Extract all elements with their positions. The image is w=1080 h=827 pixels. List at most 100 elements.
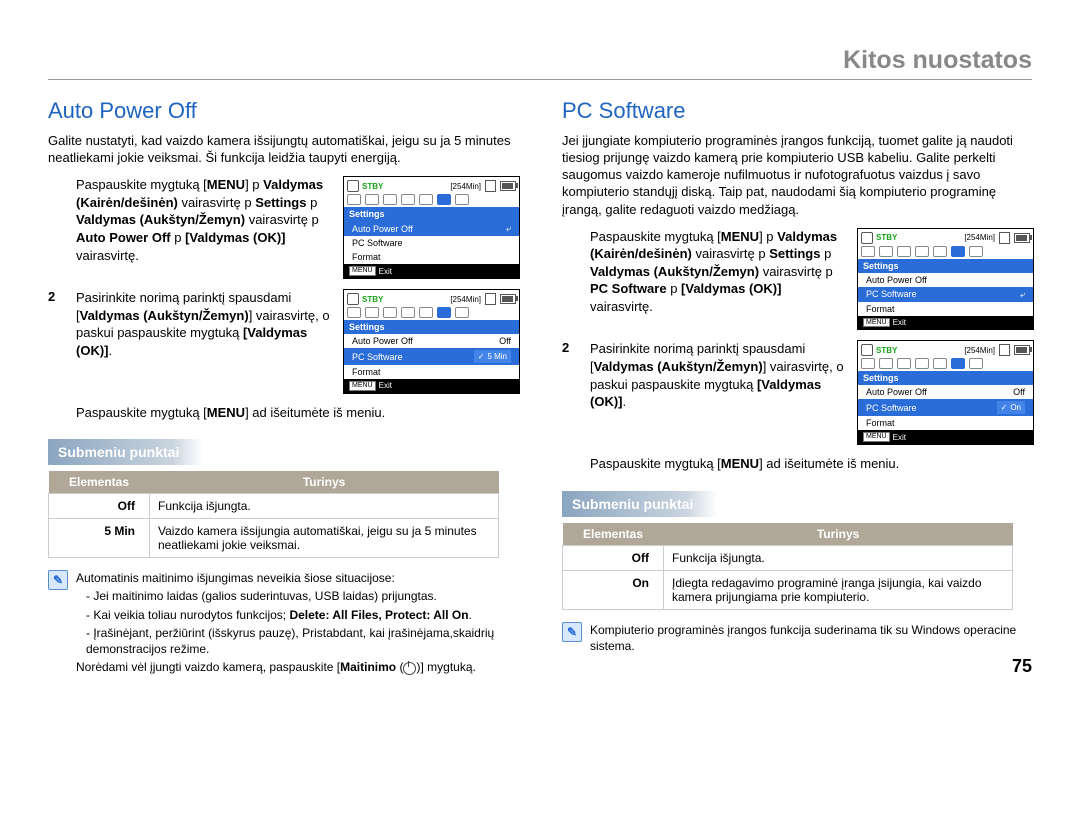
- t: p: [306, 195, 317, 210]
- submenu-table-left: Elementas Turinys Off Funkcija išjungta.…: [48, 471, 499, 558]
- column-left: Auto Power Off Galite nustatyti, kad vai…: [48, 92, 518, 675]
- cell: On: [563, 570, 664, 609]
- th-elem: Elementas: [49, 471, 150, 494]
- t: MENU: [721, 229, 759, 244]
- step-text: Paspauskite mygtuką [MENU] ad išeitumėte…: [76, 404, 518, 422]
- lcd-item: Auto Power Off: [866, 275, 927, 285]
- t: PC Software: [590, 281, 667, 296]
- intro-right: Jei įjungiate kompiuterio programinės įr…: [562, 132, 1032, 218]
- submenu-table-right: Elementas Turinys Off Funkcija išjungta.…: [562, 523, 1013, 610]
- exit-label: Exit: [893, 433, 906, 442]
- t: p: [171, 230, 185, 245]
- lcd-item: Auto Power Off: [866, 387, 927, 397]
- time: [254Min]: [964, 233, 995, 242]
- t: [Valdymas (OK)]: [185, 230, 285, 245]
- menu-tag: MENU: [863, 432, 890, 442]
- step-text: Pasirinkite norimą parinktį spausdami [V…: [76, 289, 333, 359]
- lcd-item: PC Software: [352, 352, 403, 362]
- menu-tag: MENU: [349, 266, 376, 276]
- t: Valdymas (Aukštyn/Žemyn): [590, 264, 759, 279]
- lcd-item: Format: [352, 367, 381, 377]
- cell: Įdiegta redagavimo programinė įranga įsi…: [664, 570, 1013, 609]
- lcd-val: Off: [1013, 387, 1025, 397]
- cell: Vaizdo kamera išsijungia automatiškai, j…: [150, 519, 499, 558]
- t: Paspauskite mygtuką [: [76, 177, 207, 192]
- step-3-right: Paspauskite mygtuką [MENU] ad išeitumėte…: [562, 455, 1032, 473]
- intro-left: Galite nustatyti, kad vaizdo kamera išsi…: [48, 132, 518, 166]
- page-number: 75: [1012, 656, 1032, 677]
- lcd-val: Off: [499, 336, 511, 346]
- t: vairasvirtę p: [249, 212, 319, 227]
- submenu-heading-right: Submeniu punktai: [562, 491, 717, 517]
- note-icon: ✎: [48, 570, 68, 590]
- t: Valdymas (Aukštyn/Žemyn): [80, 308, 249, 323]
- check-icon: [1001, 403, 1008, 412]
- t: vairasvirtę p: [763, 264, 833, 279]
- cell: Off: [49, 494, 150, 519]
- t: Settings: [769, 246, 820, 261]
- note-left: ✎ Automatinis maitinimo išjungimas nevei…: [48, 570, 518, 675]
- lcd-item: Auto Power Off: [352, 224, 413, 234]
- t: ] ad išeitumėte iš meniu.: [245, 405, 385, 420]
- stby: STBY: [876, 233, 897, 242]
- t: Settings: [255, 195, 306, 210]
- t: ] ad išeitumėte iš meniu.: [759, 456, 899, 471]
- step-text: Paspauskite mygtuką [MENU] p Valdymas (K…: [76, 176, 333, 264]
- th-tur: Turinys: [664, 523, 1013, 546]
- section-title-pc-software: PC Software: [562, 98, 1032, 124]
- t: vairasvirtę.: [590, 299, 653, 314]
- t: Automatinis maitinimo išjungimas neveiki…: [76, 571, 395, 585]
- lcd-header: Settings: [858, 259, 1033, 273]
- th-elem: Elementas: [563, 523, 664, 546]
- lcd-item: Format: [866, 418, 895, 428]
- note-body: Automatinis maitinimo išjungimas neveiki…: [76, 570, 518, 675]
- lcd-item: Format: [866, 304, 895, 314]
- t: Norėdami vėl įjungti vaizdo kamerą, pasp…: [76, 660, 340, 674]
- t: Delete: All Files, Protect: All On: [289, 608, 468, 622]
- cell: Off: [563, 545, 664, 570]
- t: p: [667, 281, 681, 296]
- exit-label: Exit: [893, 318, 906, 327]
- step-3-left: Paspauskite mygtuką [MENU] ad išeitumėte…: [48, 404, 518, 422]
- lcd-item: PC Software: [352, 238, 403, 248]
- t: MENU: [721, 456, 759, 471]
- t: Auto Power Off: [76, 230, 171, 245]
- lcd-item: Format: [352, 252, 381, 262]
- t: Valdymas (Aukštyn/Žemyn): [594, 359, 763, 374]
- exit-label: Exit: [379, 267, 392, 276]
- t: MENU: [207, 405, 245, 420]
- power-icon: [403, 662, 416, 675]
- t: ] mygtuką.: [420, 660, 475, 674]
- lcd-screenshot-left-2: STBY[254Min] Settings Auto Power OffOff …: [343, 289, 520, 394]
- t: .: [623, 394, 627, 409]
- lcd-val: 5 Min: [487, 352, 507, 361]
- t: MENU: [207, 177, 245, 192]
- menu-tag: MENU: [863, 318, 890, 328]
- submenu-heading-left: Submeniu punktai: [48, 439, 203, 465]
- cell: Funkcija išjungta.: [150, 494, 499, 519]
- lcd-screenshot-left-1: STBY[254Min] Settings Auto Power Off⤶ PC…: [343, 176, 520, 279]
- t: Jei maitinimo laidas (galios suderintuva…: [93, 589, 437, 603]
- t: ] p: [759, 229, 777, 244]
- stby: STBY: [876, 346, 897, 355]
- t: .: [109, 343, 113, 358]
- time: [254Min]: [450, 295, 481, 304]
- step-1-right: Paspauskite mygtuką [MENU] p Valdymas (K…: [562, 228, 1032, 331]
- step-1-left: Paspauskite mygtuką [MENU] p Valdymas (K…: [48, 176, 518, 279]
- stby: STBY: [362, 182, 383, 191]
- category-title: Kitos nuostatos: [48, 46, 1032, 75]
- t: Paspauskite mygtuką [: [590, 456, 721, 471]
- return-icon: ⤶: [506, 223, 511, 234]
- t: ] p: [245, 177, 263, 192]
- lcd-header: Settings: [344, 320, 519, 334]
- t: Paspauskite mygtuką [: [590, 229, 721, 244]
- t: Kai veikia toliau nurodytos funkcijos;: [93, 608, 289, 622]
- time: [254Min]: [964, 346, 995, 355]
- stby: STBY: [362, 295, 383, 304]
- note-icon: ✎: [562, 622, 582, 642]
- step-2-left: 2 Pasirinkite norimą parinktį spausdami …: [48, 289, 518, 394]
- step-num: 2: [562, 340, 580, 355]
- lcd-item: Auto Power Off: [352, 336, 413, 346]
- th-tur: Turinys: [150, 471, 499, 494]
- lcd-screenshot-right-1: STBY[254Min] Settings Auto Power Off PC …: [857, 228, 1034, 331]
